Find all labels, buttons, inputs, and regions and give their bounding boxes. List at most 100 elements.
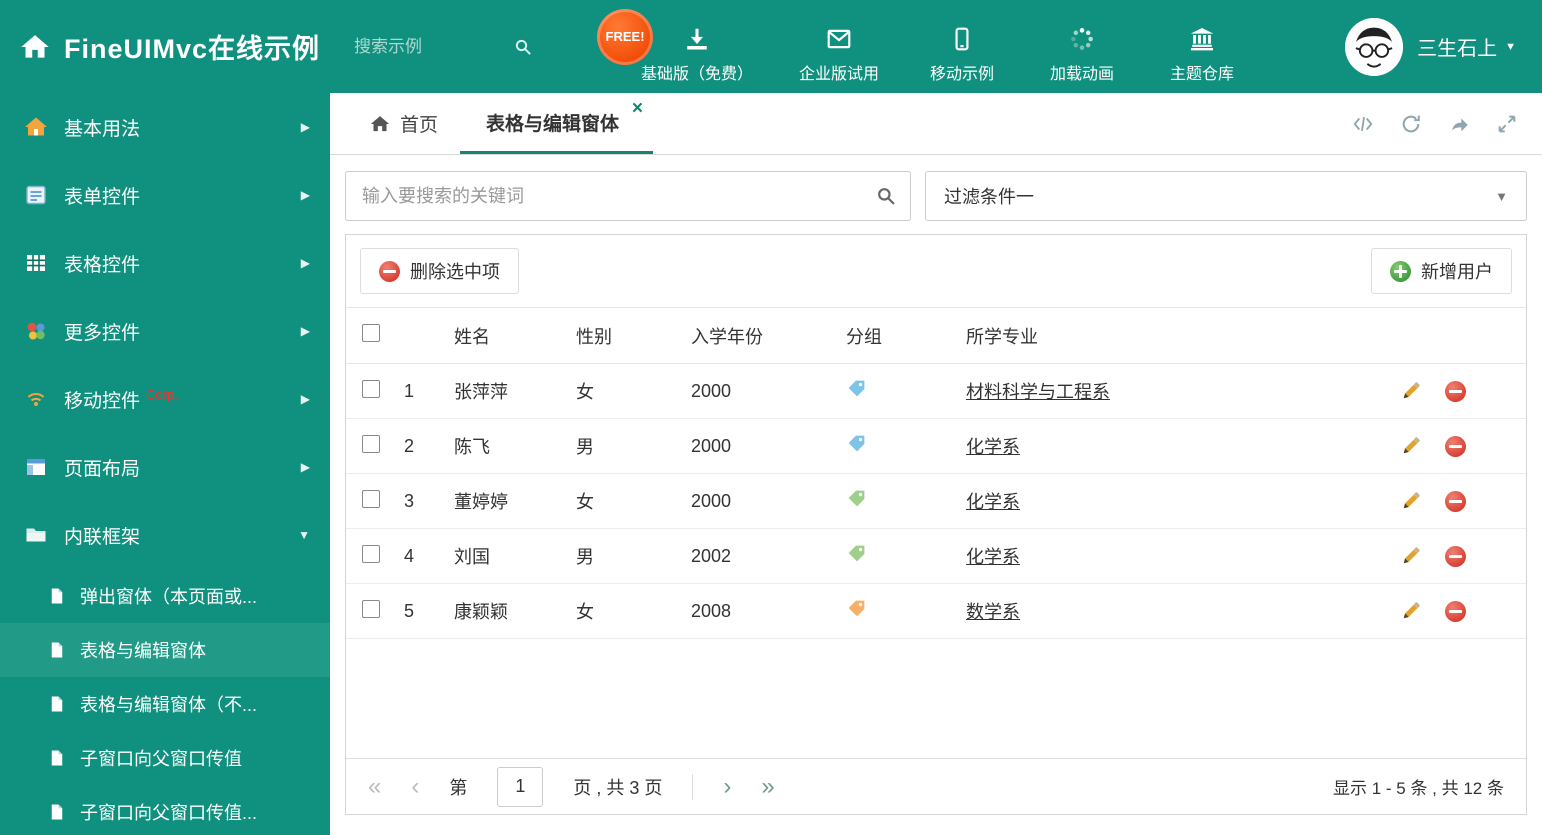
nav-label: 基础版（免费） [641,65,754,83]
edit-icon[interactable] [1400,601,1421,622]
row-number: 5 [404,600,415,621]
delete-row-icon[interactable] [1445,435,1466,457]
edit-icon[interactable] [1400,436,1421,457]
nav-item-mobile-demo[interactable]: 移动示例 [907,10,1017,84]
table-row[interactable]: 5 康颖颖 女 2008 数学系 [346,584,1526,639]
row-checkbox[interactable] [362,489,380,508]
table-search-input[interactable] [346,172,910,220]
row-checkbox[interactable] [362,379,380,398]
table-search-box [345,171,911,221]
nav-item-theme-store[interactable]: 主题仓库 [1147,10,1257,84]
nav-item-loading-animation[interactable]: 加载动画 [1027,10,1137,84]
search-icon[interactable] [514,38,532,56]
cell-year: 2002 [691,545,732,566]
column-header-year[interactable]: 入学年份 [691,308,846,364]
user-name: 三生石上 ▼ [1417,38,1516,60]
first-page-button[interactable]: « [368,774,381,799]
filter-dropdown-value: 过滤条件一 [944,187,1034,207]
file-icon [51,804,63,820]
user-menu[interactable]: 三生石上 ▼ [1345,17,1542,76]
chevron-right-icon: ▶ [300,324,310,338]
cell-gender: 女 [576,602,594,622]
source-code-icon[interactable] [1352,113,1374,135]
chevron-right-icon: ▶ [300,392,310,406]
filter-dropdown[interactable]: 过滤条件一 ▼ [925,171,1527,221]
edit-icon[interactable] [1400,491,1421,512]
chevron-down-icon: ▼ [298,528,310,542]
delete-selected-button[interactable]: 删除选中项 [360,248,519,294]
header-search-input[interactable] [354,36,515,57]
nav-label: 企业版试用 [799,65,880,83]
sidebar-item-more-controls[interactable]: 更多控件 ▶ [0,297,330,365]
major-link[interactable]: 化学系 [966,547,1020,567]
major-link[interactable]: 数学系 [966,602,1020,622]
column-header-group[interactable]: 分组 [846,308,966,364]
table-row[interactable]: 3 董婷婷 女 2000 化学系 [346,474,1526,529]
next-page-button[interactable]: › [723,774,731,799]
refresh-icon[interactable] [1400,113,1422,135]
sidebar-subitem-child-to-parent-2[interactable]: 子窗口向父窗口传值... [0,785,330,835]
sidebar-item-iframe[interactable]: 内联框架 ▼ [0,501,330,569]
sidebar-subitem-popup-window[interactable]: 弹出窗体（本页面或... [0,569,330,623]
major-link[interactable]: 化学系 [966,492,1020,512]
table-row[interactable]: 4 刘国 男 2002 化学系 [346,529,1526,584]
share-arrow-icon[interactable] [1448,113,1470,135]
delete-row-icon[interactable] [1445,600,1466,622]
app-title: FineUIMvc在线示例 [64,34,321,64]
page-number-input[interactable] [497,766,544,807]
cell-gender: 男 [576,547,594,567]
select-all-checkbox[interactable] [362,324,380,342]
sidebar-item-mobile-controls[interactable]: 移动控件 Corp. ▶ [0,365,330,433]
minus-circle-icon [379,260,400,282]
cell-gender: 女 [576,382,594,402]
pagination-bar: « ‹ 第 页 , 共 3 页 › » 显示 1 - 5 条 , 共 12 条 [346,758,1526,814]
edit-icon[interactable] [1400,546,1421,567]
chevron-down-icon: ▼ [1505,40,1516,53]
search-icon[interactable] [876,186,896,206]
sidebar-item-basic-usage[interactable]: 基本用法 ▶ [0,93,330,161]
grid-empty-space [346,639,1526,758]
cell-name: 陈飞 [454,437,490,457]
file-icon [51,750,63,766]
row-checkbox[interactable] [362,599,380,618]
sidebar-subitem-grid-edit-window[interactable]: 表格与编辑窗体 [0,623,330,677]
sidebar: 基本用法 ▶ 表单控件 ▶ 表格控件 ▶ 更多控件 ▶ 移动控件 Corp. ▶… [0,93,330,835]
sidebar-item-grid-controls[interactable]: 表格控件 ▶ [0,229,330,297]
row-checkbox[interactable] [362,544,380,563]
sidebar-item-form-controls[interactable]: 表单控件 ▶ [0,161,330,229]
close-icon[interactable]: × [632,99,643,118]
nav-item-enterprise-trial[interactable]: 企业版试用 [781,10,897,84]
expand-icon[interactable] [1496,113,1518,135]
table-row[interactable]: 1 张萍萍 女 2000 材料科学与工程系 [346,364,1526,419]
tab-home[interactable]: 首页 [348,93,460,154]
brand[interactable]: FineUIMvc在线示例 [0,27,320,66]
file-icon [51,696,63,712]
sidebar-item-page-layout[interactable]: 页面布局 ▶ [0,433,330,501]
sidebar-subitem-child-to-parent[interactable]: 子窗口向父窗口传值 [0,731,330,785]
column-header-gender[interactable]: 性别 [576,308,691,364]
major-link[interactable]: 材料科学与工程系 [966,382,1110,402]
last-page-button[interactable]: » [761,774,774,799]
chevron-right-icon: ▶ [300,256,310,270]
delete-row-icon[interactable] [1445,490,1466,512]
tab-bar: 首页 表格与编辑窗体 × [330,93,1542,155]
row-number: 4 [404,545,415,566]
table-row[interactable]: 2 陈飞 男 2000 化学系 [346,419,1526,474]
row-checkbox[interactable] [362,434,380,453]
prev-page-button[interactable]: ‹ [411,774,419,799]
sidebar-subitem-grid-edit-window-2[interactable]: 表格与编辑窗体（不... [0,677,330,731]
add-user-button[interactable]: 新增用户 [1371,248,1512,294]
nav-item-basic-free[interactable]: FREE! 基础版（免费） [597,8,771,84]
chevron-right-icon: ▶ [300,120,310,134]
delete-row-icon[interactable] [1445,545,1466,567]
edit-icon[interactable] [1400,381,1421,402]
delete-row-icon[interactable] [1445,380,1466,402]
tab-grid-edit-window[interactable]: 表格与编辑窗体 × [460,93,654,154]
chevron-down-icon: ▼ [1495,188,1508,204]
header-search [354,36,559,57]
signal-icon [27,393,45,406]
spinner-icon [1071,27,1094,50]
column-header-name[interactable]: 姓名 [454,308,576,364]
column-header-major[interactable]: 所学专业 [966,308,1394,364]
major-link[interactable]: 化学系 [966,437,1020,457]
